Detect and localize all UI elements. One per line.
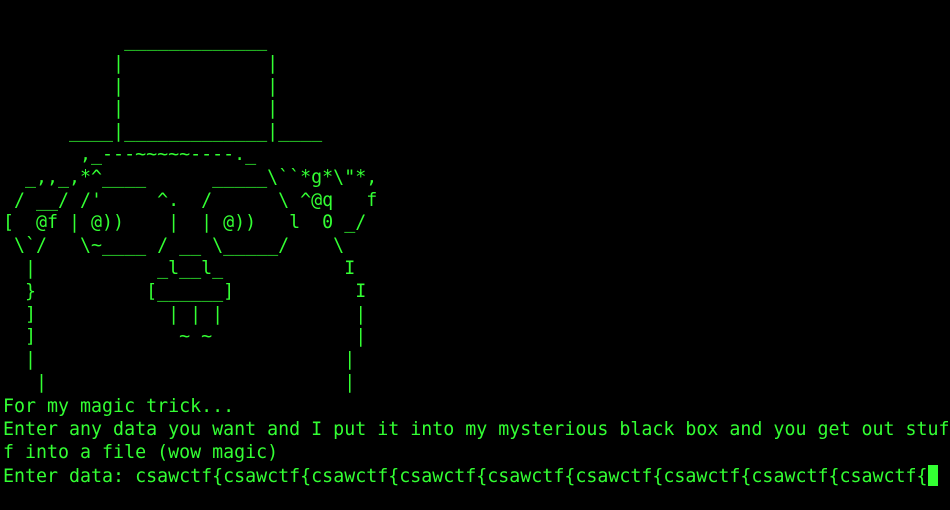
text-cursor	[927, 465, 938, 486]
ascii-art-magician: _____________ | | | | | | ____|_________…	[3, 30, 378, 393]
output-line-instructions: Enter any data you want and I put it int…	[3, 419, 950, 440]
output-line-intro: For my magic trick...	[3, 396, 235, 417]
output-line-instructions-wrap: f into a file (wow magic)	[3, 442, 279, 463]
input-prompt-line[interactable]: Enter data: csawctf{csawctf{csawctf{csaw…	[3, 465, 938, 489]
terminal-window[interactable]: _____________ | | | | | | ____|_________…	[0, 0, 950, 510]
prompt-label: Enter data:	[3, 466, 136, 487]
input-value[interactable]: csawctf{csawctf{csawctf{csawctf{csawctf{…	[135, 466, 927, 487]
